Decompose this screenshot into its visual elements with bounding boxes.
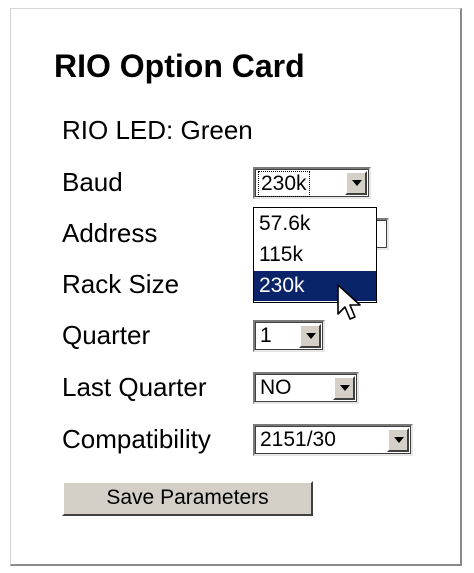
baud-option-115k[interactable]: 115k <box>254 240 376 270</box>
baud-select[interactable]: 230k <box>253 167 371 199</box>
baud-select-value: 230k <box>258 171 310 197</box>
quarter-select-value: 1 <box>260 324 272 347</box>
baud-option-57-6k[interactable]: 57.6k <box>254 209 376 239</box>
quarter-label: Quarter <box>62 320 151 350</box>
last-quarter-label: Last Quarter <box>62 372 207 402</box>
chevron-down-icon <box>306 333 316 339</box>
save-parameters-button[interactable]: Save Parameters <box>62 481 313 516</box>
chevron-down-icon <box>394 437 404 443</box>
chevron-down-icon <box>352 180 362 186</box>
compatibility-select-value: 2151/30 <box>260 428 336 451</box>
baud-dropdown-button[interactable] <box>345 171 367 195</box>
chevron-down-icon <box>340 385 350 391</box>
card-title: RIO Option Card <box>54 48 305 84</box>
compatibility-select[interactable]: 2151/30 <box>253 424 413 456</box>
compatibility-dropdown-button[interactable] <box>387 428 409 452</box>
baud-label: Baud <box>62 167 123 197</box>
last-quarter-select[interactable]: NO <box>253 372 359 404</box>
quarter-dropdown-button[interactable] <box>299 324 321 348</box>
quarter-select[interactable]: 1 <box>253 320 325 352</box>
rio-led-status: RIO LED: Green <box>62 115 253 145</box>
last-quarter-select-value: NO <box>260 376 292 399</box>
mouse-pointer-icon <box>337 284 361 320</box>
last-quarter-dropdown-button[interactable] <box>333 376 355 400</box>
address-label: Address <box>62 218 158 248</box>
rack-size-label: Rack Size <box>62 269 180 299</box>
compatibility-label: Compatibility <box>62 424 211 454</box>
